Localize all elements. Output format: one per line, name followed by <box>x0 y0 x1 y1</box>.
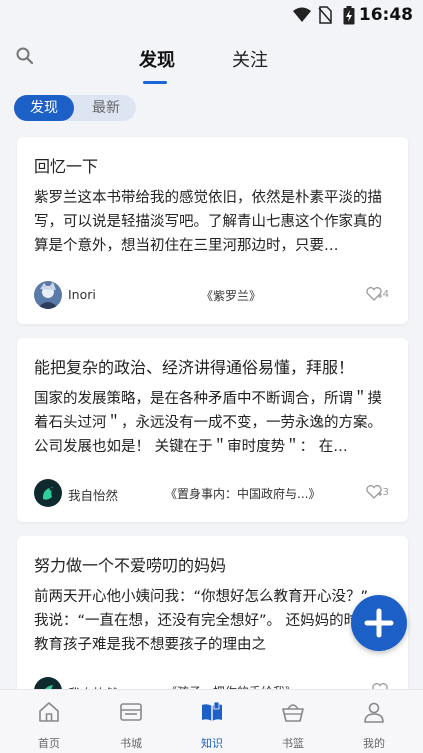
post-excerpt: 紫罗兰这本书带给我的感觉依旧，依然是朴素平淡的描写，可以说是轻描淡写吧。了解青山… <box>34 190 382 254</box>
segment-latest[interactable]: 最新 <box>78 95 134 121</box>
book-title[interactable]: 《置身事内：中国政府与...》 <box>165 485 320 502</box>
basket-icon <box>282 704 304 722</box>
like-button[interactable]: 3 <box>365 484 389 500</box>
create-post-button[interactable] <box>351 595 407 651</box>
plus-icon <box>364 608 394 638</box>
tab-follow[interactable]: 关注 <box>232 46 268 72</box>
no-sim-icon <box>318 6 332 24</box>
top-header: 发现 关注 <box>0 30 423 88</box>
author-name[interactable]: 我自怡然 <box>68 485 118 504</box>
nav-label: 知识 <box>201 737 223 750</box>
nav-label: 首页 <box>38 737 60 750</box>
post-card[interactable]: 能把复杂的政治、经济讲得通俗易懂，拜服！ 国家的发展策略，是在各种矛盾中不断调合… <box>17 338 408 522</box>
profile-icon <box>364 702 384 723</box>
active-tab-indicator <box>143 81 167 84</box>
heart-icon <box>365 485 382 499</box>
post-title: 努力做一个不爱唠叨的妈妈 <box>34 556 227 575</box>
post-title: 回忆一下 <box>34 157 99 176</box>
tab-discover[interactable]: 发现 <box>139 46 175 72</box>
like-count: 4 <box>382 289 389 300</box>
avatar[interactable] <box>34 479 62 507</box>
like-count: 3 <box>382 487 389 498</box>
nav-label: 书城 <box>120 737 142 750</box>
segment-discover[interactable]: 发现 <box>14 95 74 121</box>
post-card[interactable]: 回忆一下 紫罗兰这本书带给我的感觉依旧，依然是朴素平淡的描写，可以说是轻描淡写吧… <box>17 137 408 324</box>
bottom-nav: 首页 书城 知识 书篮 我的 <box>0 689 423 753</box>
status-bar: 16:48 <box>0 0 423 30</box>
search-icon[interactable] <box>14 45 36 67</box>
battery-charging-icon <box>343 6 355 25</box>
like-button[interactable]: 4 <box>365 286 389 302</box>
bookstore-icon <box>120 703 142 721</box>
nav-basket[interactable]: 书篮 <box>263 690 323 753</box>
book-title[interactable]: 《紫罗兰》 <box>201 287 261 304</box>
nav-bookstore[interactable]: 书城 <box>101 690 161 753</box>
nav-home[interactable]: 首页 <box>19 690 79 753</box>
home-icon <box>39 702 59 722</box>
post-excerpt: 国家的发展策略，是在各种矛盾中不断调合，所谓＂摸着石头过河＂，永远没有一成不变，… <box>34 391 382 455</box>
nav-profile[interactable]: 我的 <box>344 690 404 753</box>
nav-label: 书篮 <box>282 737 304 750</box>
nav-knowledge[interactable]: 知识 <box>182 690 242 753</box>
wifi-icon <box>293 7 311 22</box>
author-name[interactable]: Inori <box>68 287 96 302</box>
status-time: 16:48 <box>358 5 413 25</box>
heart-icon <box>365 287 382 301</box>
post-footer: 我自怡然 《置身事内：中国政府与...》 3 <box>34 479 389 509</box>
segment-control: 发现 最新 <box>14 95 136 121</box>
avatar[interactable] <box>34 281 62 309</box>
nav-label: 我的 <box>363 737 385 750</box>
post-excerpt: 前两天开心他小姨问我：“你想好怎么教育开心没？”，我说：“一直在想，还没有完全想… <box>34 589 388 653</box>
post-title: 能把复杂的政治、经济讲得通俗易懂，拜服！ <box>34 358 355 377</box>
knowledge-icon <box>202 701 222 721</box>
post-footer: Inori 《紫罗兰》 4 <box>34 281 389 311</box>
